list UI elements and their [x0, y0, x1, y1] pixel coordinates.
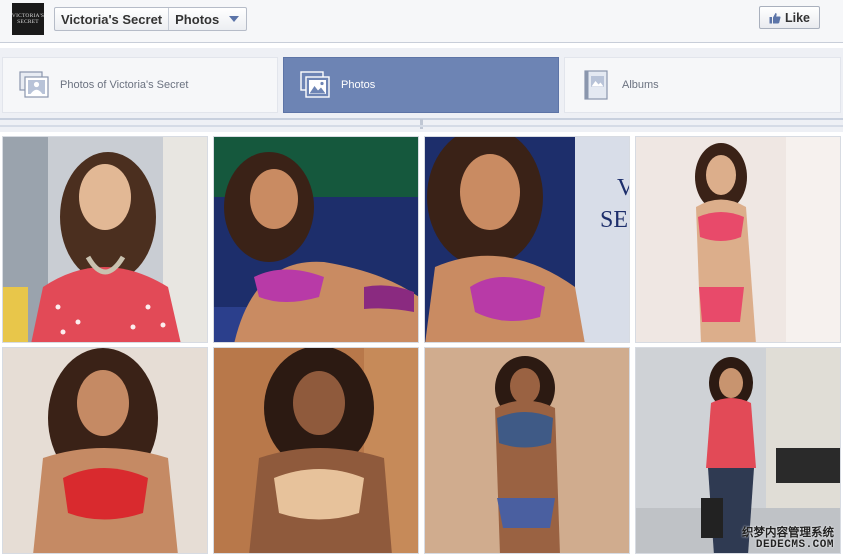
chevron-down-icon[interactable] — [229, 16, 240, 22]
svg-text:V: V — [617, 175, 630, 201]
tab-label: Photos — [341, 79, 376, 91]
like-label: Like — [784, 10, 810, 25]
watermark-line-1: 织梦内容管理系统 — [742, 525, 834, 539]
photo-thumbnail[interactable] — [2, 136, 208, 343]
photos-icon — [299, 70, 331, 100]
tab-photos[interactable]: Photos — [283, 57, 559, 113]
watermark-line-2: DEDECMS.COM — [755, 539, 834, 551]
page-header: VICTORIA'S SECRET Victoria's Secret Phot… — [0, 0, 843, 43]
photo-thumbnail[interactable] — [635, 347, 841, 554]
photo-thumbnail[interactable] — [213, 136, 419, 343]
photo-thumbnail[interactable] — [2, 347, 208, 554]
tab-albums[interactable]: Albums — [564, 57, 841, 113]
photo-thumbnail[interactable] — [424, 347, 630, 554]
tab-photos-of-page[interactable]: Photos of Victoria's Secret — [2, 57, 278, 113]
photo-thumbnail[interactable]: V SE — [424, 136, 630, 343]
photo-image — [3, 348, 207, 553]
photo-image — [636, 348, 840, 553]
grid-divider — [0, 125, 843, 127]
album-icon — [580, 70, 612, 100]
watermark: 织梦内容管理系统 DEDECMS.COM — [734, 525, 834, 555]
photo-image: V SE — [425, 137, 630, 342]
photo-of-person-icon — [18, 70, 50, 100]
tab-label: Albums — [622, 79, 659, 91]
photo-thumbnail[interactable] — [635, 136, 841, 343]
like-button[interactable]: Like — [759, 6, 820, 29]
tab-label: Photos of Victoria's Secret — [60, 79, 189, 91]
breadcrumb-page-name[interactable]: Victoria's Secret — [55, 8, 170, 30]
photo-thumbnail[interactable] — [213, 347, 419, 554]
thumbs-up-icon — [769, 12, 781, 23]
photo-image — [3, 137, 207, 342]
photo-image — [636, 137, 840, 342]
breadcrumb-section[interactable]: Photos — [169, 8, 223, 30]
page-logo[interactable]: VICTORIA'S SECRET — [12, 3, 44, 35]
photo-image — [214, 137, 418, 342]
photo-image — [214, 348, 418, 553]
photo-image — [425, 348, 629, 553]
logo-text: VICTORIA'S SECRET — [11, 13, 45, 25]
breadcrumb: Victoria's Secret Photos — [54, 7, 248, 31]
svg-text:SE: SE — [600, 207, 628, 233]
divider-handle — [420, 119, 423, 129]
